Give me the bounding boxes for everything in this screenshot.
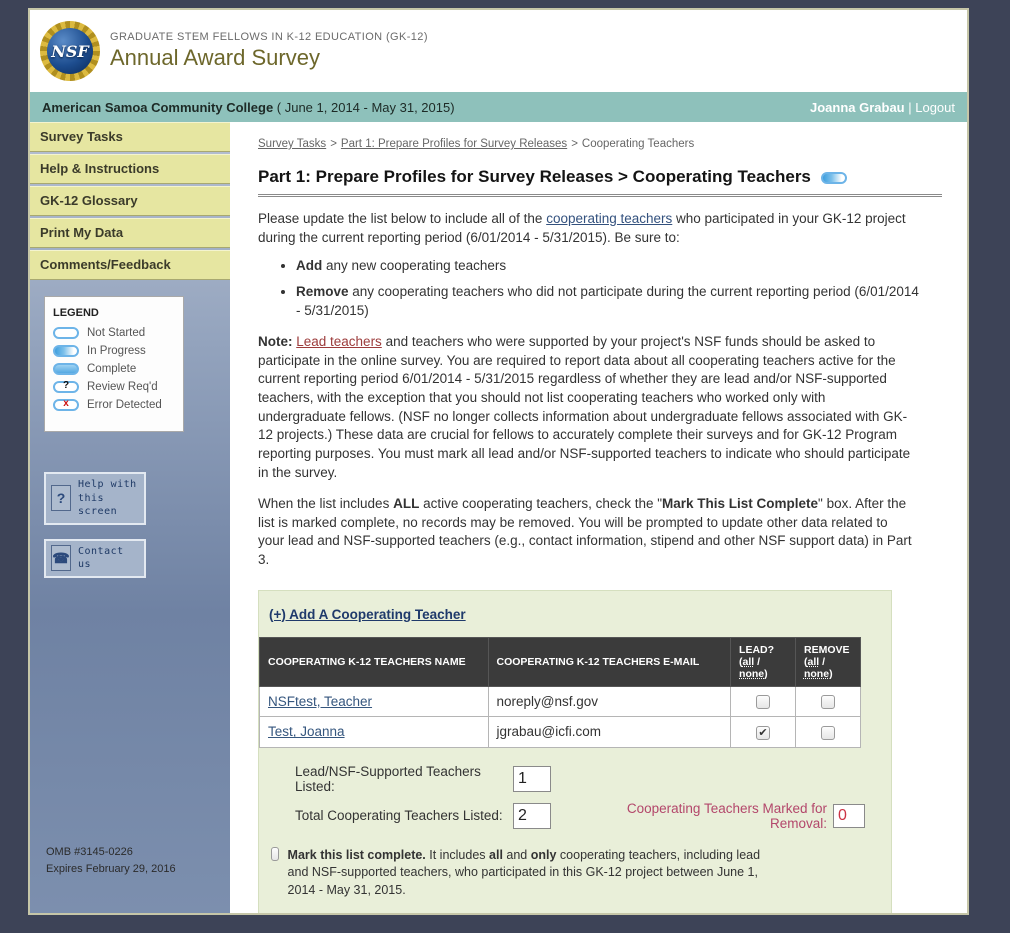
remove-checkbox[interactable] [820, 695, 835, 710]
total-count-label: Total Cooperating Teachers Listed: [295, 808, 503, 823]
breadcrumb-part1[interactable]: Part 1: Prepare Profiles for Survey Rele… [341, 138, 567, 150]
app-header: NSF GRADUATE STEM FELLOWS IN K-12 EDUCAT… [30, 10, 967, 92]
mark-complete-checkbox[interactable] [271, 846, 279, 861]
lead-all-link[interactable]: all [743, 656, 755, 668]
teacher-name-link[interactable]: Test, Joanna [268, 724, 345, 739]
sidebar: Survey Tasks Help & Instructions GK-12 G… [30, 122, 230, 913]
table-row: NSFtest, Teacher noreply@nsf.gov [259, 685, 862, 718]
in-progress-icon [53, 345, 79, 357]
logout-link[interactable]: Logout [915, 100, 955, 115]
list-item: Remove any cooperating teachers who did … [296, 283, 926, 320]
phone-icon: ☎ [51, 545, 71, 571]
teacher-email: noreply@nsf.gov [496, 693, 599, 709]
cooperating-teachers-link[interactable]: cooperating teachers [546, 211, 672, 226]
omb-expires: Expires February 29, 2016 [46, 862, 176, 875]
lead-count-input[interactable] [513, 765, 551, 792]
help-button[interactable]: ? Help with this screen [44, 472, 146, 525]
lead-checkbox[interactable] [756, 725, 771, 740]
teachers-table: COOPERATING K-12 TEACHERS NAME COOPERATI… [259, 636, 862, 748]
omb-footer: OMB #3145-0226 Expires February 29, 2016 [46, 844, 176, 877]
contact-button[interactable]: ☎ Contact us [44, 538, 146, 578]
app-title: Annual Award Survey [110, 45, 320, 70]
page-title: Part 1: Prepare Profiles for Survey Rele… [258, 167, 942, 197]
mark-complete-label: Mark this list complete. It includes all… [287, 847, 761, 898]
remove-none-link[interactable]: none [804, 668, 829, 680]
complete-instructions-paragraph: When the list includes ALL active cooper… [258, 496, 912, 567]
omb-number: OMB #3145-0226 [46, 846, 133, 858]
column-header-remove: REMOVE (all / none) [794, 636, 862, 687]
list-item: Add any new cooperating teachers [296, 257, 926, 276]
remove-all-link[interactable]: all [807, 656, 819, 668]
breadcrumb-separator: > [330, 138, 337, 150]
column-header-name: COOPERATING K-12 TEACHERS NAME [259, 636, 489, 687]
user-name: Joanna Grabau [809, 99, 905, 115]
teacher-name-link[interactable]: NSFtest, Teacher [268, 694, 372, 709]
lead-count-label: Lead/NSF-Supported Teachers Listed: [295, 763, 481, 794]
breadcrumb-current: Cooperating Teachers [581, 138, 695, 150]
page-container: NSF GRADUATE STEM FELLOWS IN K-12 EDUCAT… [28, 8, 969, 915]
org-name: American Samoa Community College [42, 99, 274, 115]
column-header-email: COOPERATING K-12 TEACHERS E-MAIL [487, 636, 732, 687]
table-row: Test, Joanna jgrabau@icfi.com [259, 716, 862, 748]
removal-count-input[interactable] [833, 803, 865, 828]
program-name: GRADUATE STEM FELLOWS IN K-12 EDUCATION … [110, 31, 428, 43]
reporting-period: ( June 1, 2014 - May 31, 2015) [273, 99, 455, 115]
error-detected-icon: x [53, 399, 79, 411]
sidebar-item-comments-feedback[interactable]: Comments/Feedback [30, 250, 230, 280]
mark-complete-row: Mark this list complete. It includes all… [271, 846, 781, 900]
question-icon: ? [51, 485, 71, 512]
org-bar: American Samoa Community College ( June … [30, 92, 967, 122]
complete-icon [53, 363, 79, 375]
help-button-label: Help with this screen [78, 479, 137, 517]
nsf-logo-icon: NSF [40, 21, 100, 81]
intro-paragraph: Please update the list below to include … [258, 211, 906, 245]
teachers-panel: (+) Add A Cooperating Teacher COOPERATIN… [258, 589, 892, 913]
legend-title: LEGEND [53, 307, 99, 319]
lead-none-link[interactable]: none [739, 668, 764, 680]
instruction-list: Add any new cooperating teachers Remove … [296, 257, 926, 320]
main-content: Survey Tasks > Part 1: Prepare Profiles fo… [230, 122, 967, 913]
removal-count-label: Cooperating Teachers Marked for Removal: [626, 800, 827, 831]
in-progress-icon [820, 171, 847, 184]
nsf-logo-text: NSF [47, 28, 93, 74]
counts-section: Lead/NSF-Supported Teachers Listed: Tota… [259, 764, 891, 831]
lead-teachers-link[interactable]: Lead teachers [296, 334, 382, 349]
sidebar-item-glossary[interactable]: GK-12 Glossary [30, 186, 230, 216]
sidebar-item-survey-tasks[interactable]: Survey Tasks [30, 122, 230, 152]
sidebar-item-help-instructions[interactable]: Help & Instructions [30, 154, 230, 184]
legend-box: LEGEND Not Started In Progress Complete … [44, 296, 184, 432]
total-count-input[interactable] [513, 802, 551, 829]
teacher-email: jgrabau@icfi.com [496, 724, 602, 740]
lead-checkbox[interactable] [756, 695, 771, 710]
add-cooperating-teacher-link[interactable]: (+) Add A Cooperating Teacher [269, 607, 466, 622]
breadcrumb-separator: > [571, 138, 578, 150]
contact-button-label: Contact us [78, 545, 124, 571]
not-started-icon [53, 327, 79, 339]
review-required-icon: ? [53, 381, 79, 393]
user-logout-separator: | [904, 99, 916, 115]
column-header-lead: LEAD? (all / none) [730, 636, 796, 687]
sidebar-item-print-my-data[interactable]: Print My Data [30, 218, 230, 248]
breadcrumb: Survey Tasks > Part 1: Prepare Profiles fo… [258, 138, 941, 150]
remove-checkbox[interactable] [820, 725, 835, 740]
note-paragraph: Note: Lead teachers and teachers who wer… [258, 334, 911, 480]
breadcrumb-survey-tasks[interactable]: Survey Tasks [258, 138, 326, 150]
